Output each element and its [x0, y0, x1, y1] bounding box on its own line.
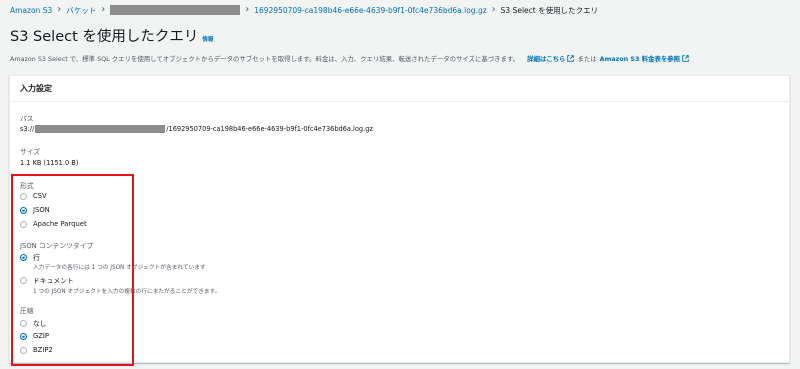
compression-radio-gzip[interactable]: GZIP [20, 332, 49, 340]
json-type-radio-lines[interactable]: 行 [20, 252, 40, 262]
page-description: Amazon S3 Select で、標準 SQL クエリを使用してオブジェクト… [10, 54, 692, 63]
compression-radio-bzip2[interactable]: BZIP2 [20, 346, 53, 354]
path-prefix: s3:// [20, 125, 35, 133]
learn-more-link[interactable]: 詳細はこちら [527, 54, 565, 63]
size-value: 1.1 KB (1151.0 B) [20, 159, 79, 167]
format-radio-csv[interactable]: CSV [20, 192, 47, 200]
panel-header: 入力設定 [10, 76, 789, 102]
chevron-right-icon: › [491, 4, 496, 15]
radio-button[interactable] [20, 319, 27, 327]
radio-button[interactable] [20, 346, 27, 354]
path-label: パス [20, 115, 34, 123]
radio-button-selected[interactable] [20, 253, 27, 261]
pricing-link[interactable]: Amazon S3 料金表を参照 [600, 54, 680, 63]
format-label: 形式 [20, 182, 34, 190]
input-settings-panel: 入力設定 パス s3:// /1692950709-ca198b46-e66e-… [9, 75, 790, 363]
format-radio-parquet[interactable]: Apache Parquet [20, 220, 87, 228]
breadcrumb-object[interactable]: 1692950709-ca198b46-e66e-4639-b9f1-0fc4e… [254, 6, 486, 15]
json-lines-description: 入力データの各行には 1 つの JSON オブジェクトが含まれています [33, 265, 206, 271]
json-document-description: 1 つの JSON オブジェクトを入力の複数の行にまたがることができます。 [33, 289, 221, 295]
radio-button[interactable] [20, 192, 27, 200]
radio-button[interactable] [20, 276, 27, 284]
chevron-right-icon: › [57, 4, 62, 15]
compression-radio-none[interactable]: なし [20, 318, 47, 328]
info-link[interactable]: 情報 [202, 35, 213, 43]
json-type-label: JSON コンテンツタイプ [20, 242, 94, 250]
external-link-icon [682, 55, 689, 62]
description-text: Amazon S3 Select で、標準 SQL クエリを使用してオブジェクト… [10, 55, 520, 63]
size-label: サイズ [20, 148, 41, 156]
json-type-radio-document[interactable]: ドキュメント [20, 275, 74, 285]
page-title: S3 Select を使用したクエリ [10, 29, 199, 45]
external-link-icon [567, 55, 575, 62]
radio-button-selected[interactable] [20, 332, 27, 340]
compression-label: 圧縮 [20, 307, 34, 315]
page-header: S3 Select を使用したクエリ 情報 [10, 25, 213, 46]
radio-button[interactable] [20, 220, 27, 228]
breadcrumb-current: S3 Select を使用したクエリ [500, 5, 599, 15]
chevron-right-icon: › [101, 4, 106, 15]
radio-button-selected[interactable] [20, 206, 27, 214]
or-text: または [577, 55, 597, 63]
format-radio-json[interactable]: JSON [20, 206, 50, 214]
path-redacted [35, 125, 166, 133]
breadcrumb-bucket-name-redacted[interactable] [110, 5, 241, 15]
breadcrumb: Amazon S3 › バケット › › 1692950709-ca198b46… [10, 3, 598, 17]
breadcrumb-amazon-s3[interactable]: Amazon S3 [10, 6, 52, 15]
chevron-right-icon: › [245, 4, 250, 15]
path-suffix: /1692950709-ca198b46-e66e-4639-b9f1-0fc4… [166, 125, 373, 133]
path-value: s3:// /1692950709-ca198b46-e66e-4639-b9f… [20, 125, 373, 133]
breadcrumb-buckets[interactable]: バケット [66, 5, 96, 16]
